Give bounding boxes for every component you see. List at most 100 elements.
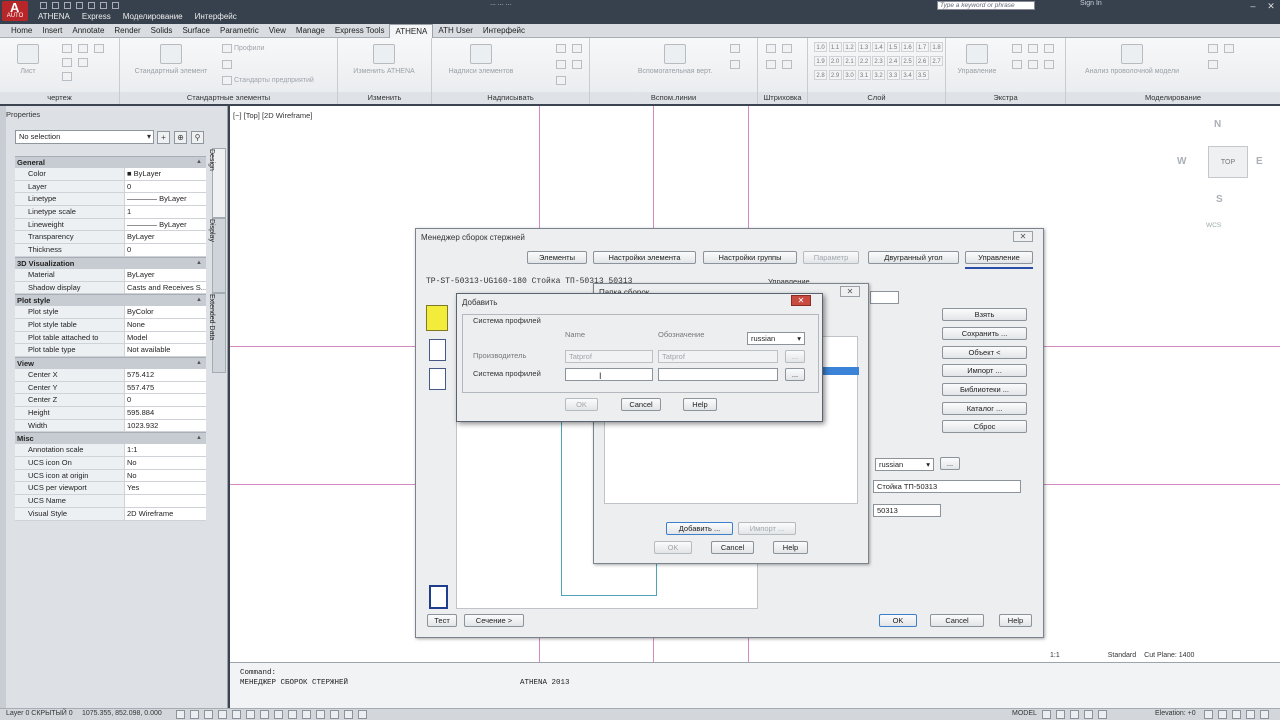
tool-icon[interactable] [1012,60,1022,69]
import-button[interactable]: Импорт ... [942,364,1027,377]
layer-button[interactable]: 1.5 [886,42,900,52]
property-value[interactable]: 2D Wireframe [125,507,206,520]
save-button[interactable]: Сохранить ... [942,327,1027,340]
take-button[interactable]: Взять [942,308,1027,321]
clipboard-blue-icon[interactable] [429,585,448,609]
layer-button[interactable]: 1.3 [857,42,871,52]
property-row[interactable]: Linetype ———— ByLayer [15,193,206,207]
tab-element-settings[interactable]: Настройки элемента [593,251,696,264]
profile-icon[interactable] [222,44,232,53]
ok-button[interactable]: OK [879,614,917,627]
help-button[interactable]: Help [999,614,1032,627]
undo-icon[interactable] [100,2,107,9]
property-row[interactable]: Plot table attached to Model [15,331,206,345]
analysis-button[interactable]: Анализ проволочной модели [1070,44,1194,75]
property-row[interactable]: Center Z0 [15,394,206,407]
property-row[interactable]: Plot style table None [15,318,206,332]
layer-button[interactable]: 2.4 [886,56,900,66]
quick-select-icon[interactable]: ⚲ [191,131,204,144]
property-row[interactable]: Center Y 557.475 [15,381,206,395]
model-space-button[interactable]: MODEL [1012,710,1037,717]
panel-title-change[interactable]: Изменить [338,92,431,104]
tool-icon[interactable] [556,76,566,85]
compass-west[interactable]: W [1177,156,1186,167]
property-row[interactable]: Plot style ByColor [15,306,206,319]
layer-button[interactable]: 3.4 [901,70,914,80]
property-value[interactable]: Model [125,331,206,344]
property-row[interactable]: UCS icon at origin No [15,469,206,483]
command-line[interactable]: Command: МЕНЕДЖЕР СБОРОК СТЕРЖНЕЙ ATHENA… [230,662,1280,708]
panel-title-layer[interactable]: Слой [808,92,945,104]
close-window-icon[interactable]: ✕ [1266,1,1276,11]
tab-surface[interactable]: Surface [177,24,215,38]
tool-icon[interactable] [572,60,582,69]
polar-tracking-icon[interactable] [232,710,241,719]
layer-button[interactable]: 1.9 [814,56,827,66]
compass-north[interactable]: N [1214,119,1221,130]
layer-button[interactable]: 2.2 [857,56,871,66]
layer-button[interactable]: 2.0 [828,56,842,66]
hatch-icon[interactable] [782,60,792,69]
saveas-icon[interactable] [76,2,83,9]
close-icon[interactable]: ✕ [840,286,860,297]
clean-screen-icon[interactable] [1260,710,1269,719]
property-value[interactable]: No [125,457,206,469]
tab-home[interactable]: Home [6,24,37,38]
save-icon[interactable] [64,2,71,9]
property-value[interactable]: 1:1 [125,444,206,457]
layout-icon[interactable] [1084,710,1093,719]
minimize-icon[interactable]: – [1248,1,1258,11]
tool-icon[interactable] [556,60,566,69]
property-row[interactable]: Plot table type Not available [15,344,206,357]
dynamic-input-icon[interactable] [302,710,311,719]
property-row[interactable]: UCS icon On No [15,457,206,470]
tab-parameter[interactable]: Параметр [803,251,859,264]
tab-extended-data[interactable]: Extended Data [208,293,226,373]
panel-title-chertezh[interactable]: чертеж [0,92,119,104]
tool-icon[interactable] [1224,44,1234,53]
panel-title-aux[interactable]: Вспом.линии [590,92,757,104]
property-value[interactable]: ByLayer [125,231,206,244]
property-row[interactable]: Visual Style 2D Wireframe [15,507,206,521]
manufacturer-name-field[interactable]: Tatprof [565,350,653,363]
layer-button[interactable]: 2.9 [828,70,842,80]
property-row[interactable]: Annotation scale 1:1 [15,444,206,458]
tool-icon[interactable] [62,58,72,67]
property-category[interactable]: View [15,356,206,369]
property-value[interactable]: 595.884 [125,407,206,419]
tab-dihedral-angle[interactable]: Двугранный угол [868,251,959,264]
tool-icon[interactable] [1028,60,1038,69]
hatch-icon[interactable] [766,44,776,53]
property-row[interactable]: Linetype scale 1 [15,206,206,219]
layer-button[interactable]: 3.1 [857,70,871,80]
wcs-menu[interactable]: WCS [1206,222,1221,229]
clipboard-empty-icon[interactable] [429,368,446,390]
grid-display-icon[interactable] [204,710,213,719]
profile-system-name-field[interactable] [565,368,653,381]
property-value[interactable]: 1023.932 [125,419,206,432]
assembly-code-field[interactable]: 50313 [873,504,941,517]
workspace-icon[interactable] [1204,710,1213,719]
tool-icon[interactable] [1012,44,1022,53]
new-icon[interactable] [40,2,47,9]
cut-plane[interactable]: Cut Plane: 1400 [1144,652,1194,659]
sign-in-link[interactable]: Sign In [1080,0,1102,7]
annotation-scale[interactable]: 1:1 [1050,652,1060,659]
property-row[interactable]: UCS Name [15,495,206,508]
help-search-input[interactable]: Type a keyword or phrase [937,1,1035,10]
panel-title-extra[interactable]: Экстра [946,92,1065,104]
property-category[interactable]: Misc [15,432,206,445]
property-category[interactable]: Plot style [15,294,206,307]
toggle-pickadd-icon[interactable]: + [157,131,170,144]
tool-icon[interactable] [1208,60,1218,69]
viewport-controls[interactable]: [−] [Top] [2D Wireframe] [233,111,312,120]
add-button[interactable]: Добавить ... [666,522,733,535]
std-element-button[interactable]: Стандартный элемент [126,44,216,75]
snap-mode-icon[interactable] [190,710,199,719]
assembly-name-field[interactable]: Стойка ТП-50313 [873,480,1021,493]
tool-icon[interactable] [556,44,566,53]
tab-annotate[interactable]: Annotate [67,24,109,38]
property-value[interactable]: Casts and Receives S... [125,281,206,294]
property-row[interactable]: Width 1023.932 [15,419,206,433]
layer-button[interactable]: 1.7 [915,42,929,52]
